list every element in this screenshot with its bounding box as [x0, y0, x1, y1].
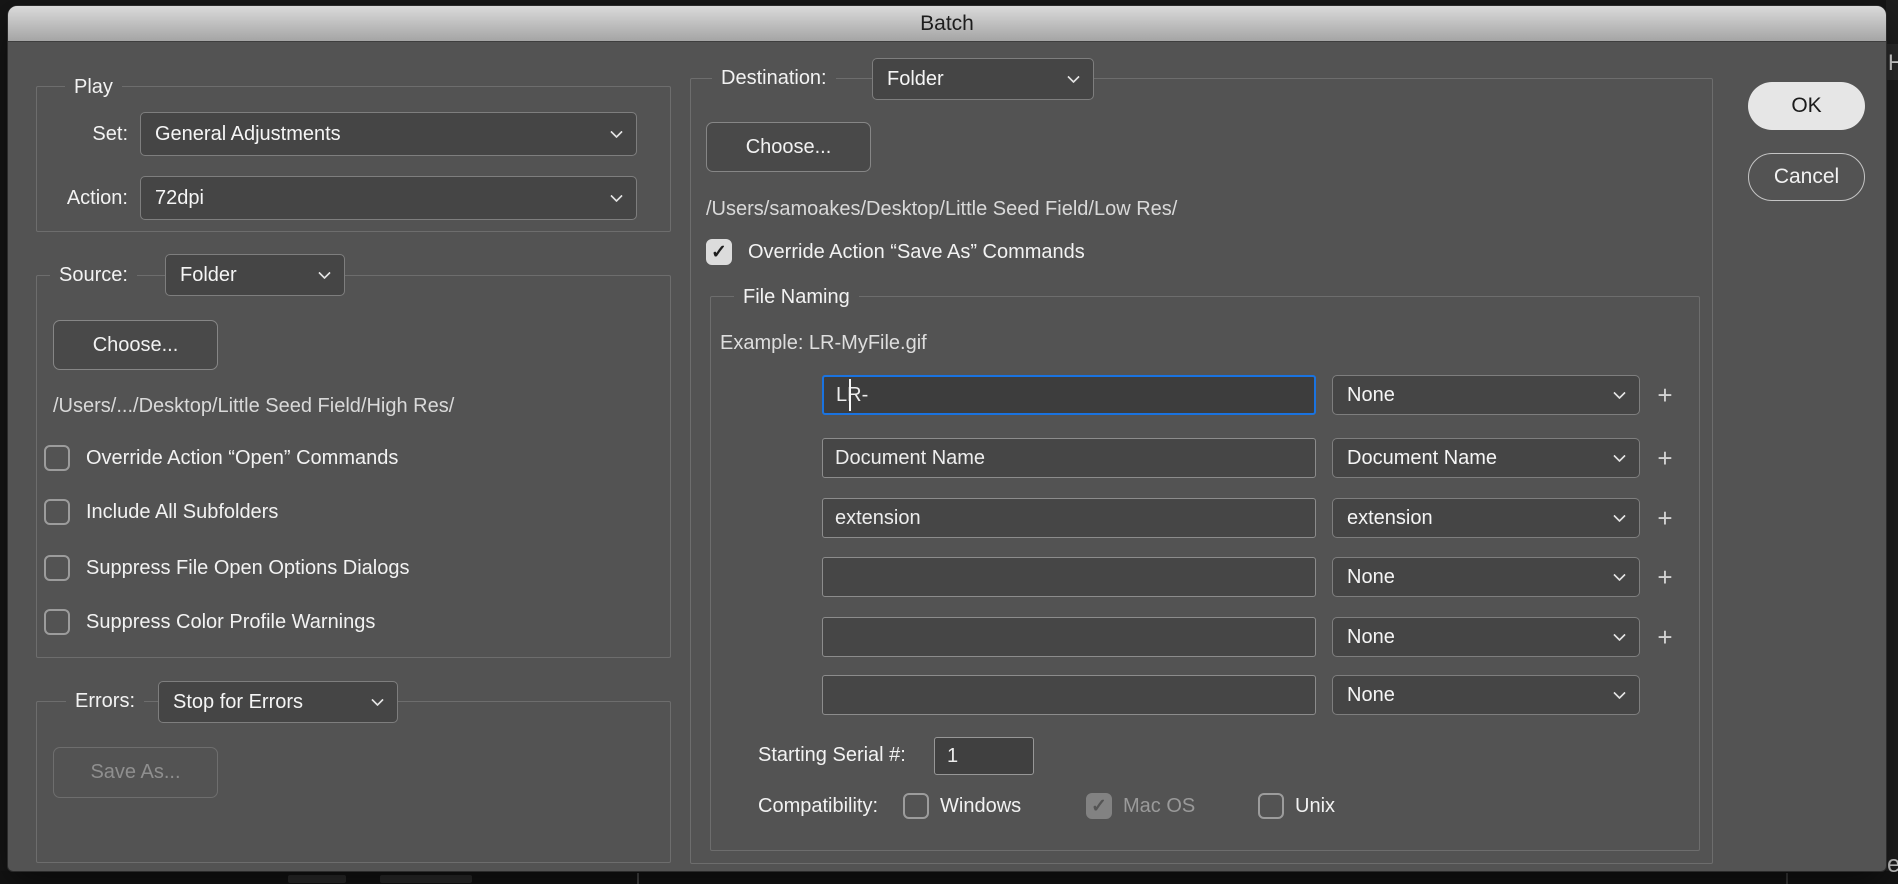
destination-select[interactable]: Folder: [872, 58, 1094, 100]
dialog-title: Batch: [920, 11, 974, 35]
naming-option-value: Document Name: [1347, 446, 1498, 469]
compat-windows-checkbox[interactable]: [903, 793, 929, 819]
naming-text-input[interactable]: [822, 375, 1316, 415]
background-text-fragment: e: [1887, 851, 1898, 878]
save-as-button: Save As...: [53, 747, 218, 798]
chevron-down-icon: [1613, 509, 1626, 523]
naming-option-value: None: [1347, 683, 1395, 706]
naming-option-select[interactable]: None: [1332, 617, 1640, 657]
set-select[interactable]: General Adjustments: [140, 112, 637, 156]
background-divider: [1786, 873, 1788, 884]
chevron-down-icon: [1613, 449, 1626, 463]
source-select[interactable]: Folder: [165, 254, 345, 296]
file-naming-row: None +: [8, 617, 1886, 657]
chevron-down-icon: [1067, 70, 1080, 84]
destination-choose-label: Choose...: [745, 135, 832, 158]
file-naming-row: None +: [8, 375, 1886, 415]
ok-button[interactable]: OK: [1748, 82, 1865, 130]
compat-macos-checkbox: ✓: [1086, 793, 1112, 819]
cancel-button[interactable]: Cancel: [1748, 153, 1865, 201]
file-naming-row: None +: [8, 557, 1886, 597]
background-divider: [637, 873, 639, 884]
chevron-down-icon: [1613, 386, 1626, 400]
destination-select-value: Folder: [887, 67, 944, 90]
starting-serial-label: Starting Serial #:: [758, 744, 906, 766]
starting-serial-input[interactable]: [934, 737, 1034, 775]
save-as-label: Save As...: [90, 761, 181, 783]
compatibility-label: Compatibility:: [758, 795, 879, 817]
play-group-label: Play: [65, 73, 122, 101]
destination-choose-button[interactable]: Choose...: [706, 122, 871, 172]
background-right-strip: H: [1886, 0, 1898, 884]
background-bottom-strip: [0, 871, 1898, 884]
compat-macos-label: Mac OS: [1123, 795, 1196, 817]
file-naming-row: extension +: [8, 498, 1886, 538]
check-icon: ✓: [1091, 795, 1107, 817]
add-row-icon[interactable]: +: [1652, 557, 1678, 597]
naming-text-input[interactable]: [822, 438, 1316, 478]
naming-option-select[interactable]: extension: [1332, 498, 1640, 538]
batch-dialog: Batch Play Set: General Adjustments Acti…: [8, 6, 1886, 871]
chevron-down-icon: [1613, 628, 1626, 642]
file-naming-group-label: File Naming: [734, 283, 859, 311]
errors-select[interactable]: Stop for Errors: [158, 681, 398, 723]
background-text-fragment: H: [1888, 50, 1898, 75]
naming-option-select[interactable]: None: [1332, 375, 1640, 415]
set-label: Set:: [92, 123, 128, 145]
add-row-icon[interactable]: +: [1652, 617, 1678, 657]
file-naming-example: Example: LR-MyFile.gif: [720, 332, 927, 354]
compat-unix-checkbox[interactable]: [1258, 793, 1284, 819]
file-naming-row: Document Name +: [8, 438, 1886, 478]
add-row-icon[interactable]: +: [1652, 438, 1678, 478]
chevron-down-icon: [318, 266, 331, 280]
naming-option-value: None: [1347, 565, 1395, 588]
cancel-button-label: Cancel: [1773, 165, 1840, 188]
naming-option-select[interactable]: None: [1332, 557, 1640, 597]
action-label: Action:: [66, 187, 128, 209]
chevron-down-icon: [610, 125, 623, 139]
naming-text-input[interactable]: [822, 498, 1316, 538]
chevron-down-icon: [371, 693, 384, 707]
ok-button-label: OK: [1791, 94, 1822, 117]
clipped-text-fragment: [288, 875, 346, 883]
set-select-value: General Adjustments: [155, 122, 341, 145]
errors-label: Errors:: [66, 687, 144, 715]
naming-option-select[interactable]: Document Name: [1332, 438, 1640, 478]
naming-text-input[interactable]: [822, 675, 1316, 715]
action-select[interactable]: 72dpi: [140, 176, 637, 220]
add-row-icon[interactable]: +: [1652, 498, 1678, 538]
chevron-down-icon: [1613, 568, 1626, 582]
naming-option-value: None: [1347, 383, 1395, 406]
naming-option-value: extension: [1347, 506, 1433, 529]
naming-option-value: None: [1347, 625, 1395, 648]
source-label: Source:: [50, 261, 137, 289]
naming-option-select[interactable]: None: [1332, 675, 1640, 715]
compat-windows-label: Windows: [940, 795, 1022, 817]
errors-select-value: Stop for Errors: [173, 690, 304, 713]
chevron-down-icon: [1613, 686, 1626, 700]
add-row-icon[interactable]: +: [1652, 375, 1678, 415]
clipped-text-fragment: [380, 875, 472, 883]
naming-text-input[interactable]: [822, 557, 1316, 597]
naming-text-input[interactable]: [822, 617, 1316, 657]
destination-label: Destination:: [712, 64, 836, 92]
override-save-as-label: Override Action “Save As” Commands: [748, 241, 1085, 263]
source-choose-button[interactable]: Choose...: [53, 320, 218, 370]
override-save-as-checkbox[interactable]: ✓: [706, 239, 732, 265]
text-cursor-icon: [849, 379, 851, 411]
dialog-titlebar[interactable]: Batch: [8, 6, 1886, 42]
action-select-value: 72dpi: [155, 186, 204, 209]
check-icon: ✓: [711, 241, 727, 263]
compat-unix-label: Unix: [1295, 795, 1336, 817]
source-select-value: Folder: [180, 263, 237, 286]
destination-path: /Users/samoakes/Desktop/Little Seed Fiel…: [706, 198, 1178, 220]
source-choose-label: Choose...: [92, 333, 179, 356]
chevron-down-icon: [610, 189, 623, 203]
